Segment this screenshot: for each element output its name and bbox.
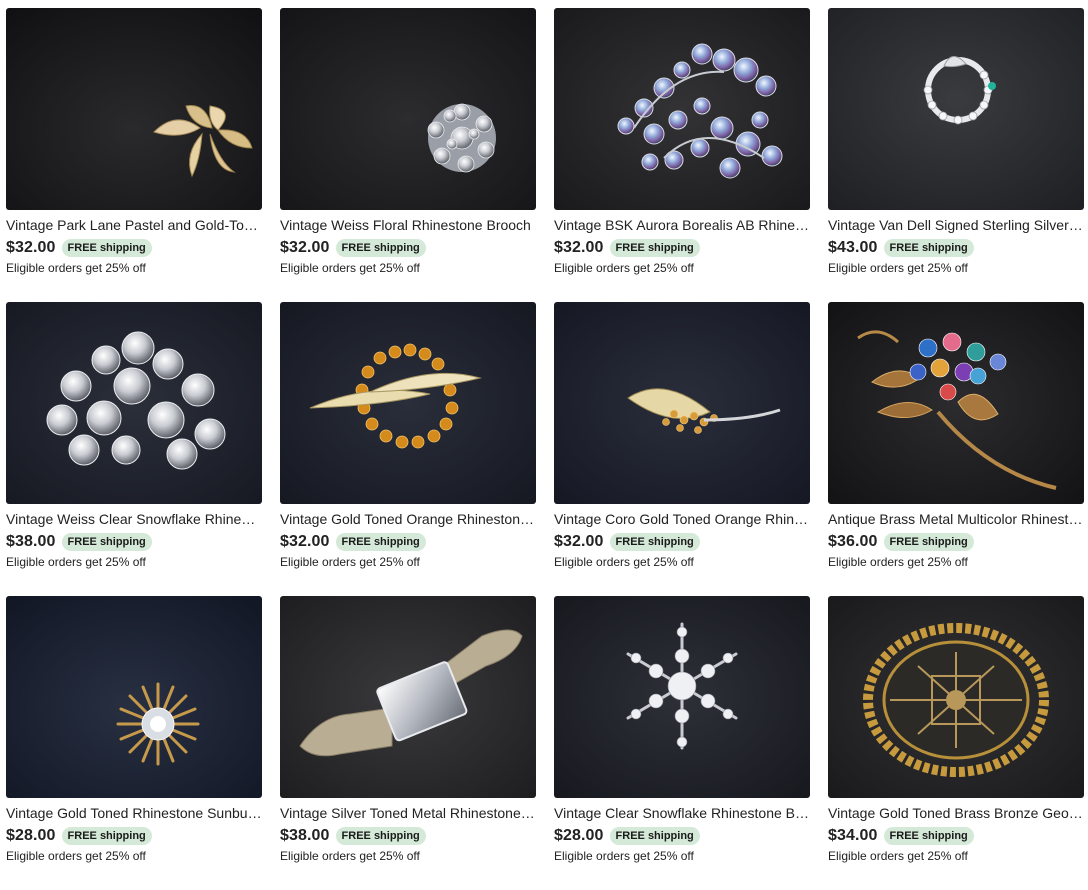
price-row: $32.00 FREE shipping [554, 532, 810, 552]
free-shipping-badge: FREE shipping [335, 239, 426, 257]
listing-image[interactable] [828, 596, 1084, 798]
listing-card[interactable]: Vintage Gold Toned Rhinestone Sunburst B… [6, 596, 262, 890]
listing-image[interactable] [6, 302, 262, 504]
listing-title[interactable]: Vintage Gold Toned Brass Bronze Geometri… [828, 804, 1084, 822]
free-shipping-badge: FREE shipping [335, 827, 426, 845]
promo-text: Eligible orders get 25% off [6, 261, 146, 275]
listing-title[interactable]: Vintage BSK Aurora Borealis AB Rhineston… [554, 216, 810, 234]
promo-text: Eligible orders get 25% off [828, 261, 968, 275]
listing-price: $32.00 [280, 239, 330, 256]
free-shipping-badge: FREE shipping [61, 239, 152, 257]
brooch-photo-icon [828, 302, 1084, 504]
listing-image[interactable] [280, 596, 536, 798]
listing-image[interactable] [554, 596, 810, 798]
listing-title[interactable]: Vintage Silver Toned Metal Rhinestone Sn… [280, 804, 536, 822]
listing-image[interactable] [280, 302, 536, 504]
listing-price: $36.00 [828, 533, 878, 550]
listing-title[interactable]: Vintage Clear Snowflake Rhinestone Brooc… [554, 804, 810, 822]
listing-image[interactable] [554, 302, 810, 504]
promo-text: Eligible orders get 25% off [280, 555, 420, 569]
brooch-photo-icon [280, 8, 536, 210]
brooch-photo-icon [280, 302, 536, 504]
free-shipping-badge: FREE shipping [883, 239, 974, 257]
listing-price: $32.00 [554, 239, 604, 256]
listing-grid: Vintage Park Lane Pastel and Gold-Tone L… [6, 8, 1084, 890]
listing-image[interactable] [280, 8, 536, 210]
listing-image[interactable] [828, 8, 1084, 210]
brooch-photo-icon [554, 8, 810, 210]
listing-title[interactable]: Antique Brass Metal Multicolor Rhineston… [828, 510, 1084, 528]
promo-text: Eligible orders get 25% off [280, 849, 420, 863]
listing-title[interactable]: Vintage Van Dell Signed Sterling Silver … [828, 216, 1084, 234]
promo-text: Eligible orders get 25% off [554, 261, 694, 275]
brooch-photo-icon [554, 596, 810, 798]
listing-image[interactable] [6, 8, 262, 210]
brooch-photo-icon [828, 596, 1084, 798]
listing-image[interactable] [828, 302, 1084, 504]
free-shipping-badge: FREE shipping [61, 533, 152, 551]
promo-text: Eligible orders get 25% off [554, 555, 694, 569]
listing-image[interactable] [554, 8, 810, 210]
listing-card[interactable]: Vintage Clear Snowflake Rhinestone Brooc… [554, 596, 810, 890]
brooch-photo-icon [828, 8, 1084, 210]
listing-card[interactable]: Vintage Weiss Floral Rhinestone Brooch $… [280, 8, 536, 302]
listing-card[interactable]: Vintage Gold Toned Brass Bronze Geometri… [828, 596, 1084, 890]
listing-image[interactable] [6, 596, 262, 798]
brooch-photo-icon [6, 596, 262, 798]
listing-price: $28.00 [554, 827, 604, 844]
price-row: $32.00 FREE shipping [280, 238, 536, 258]
listing-price: $43.00 [828, 239, 878, 256]
price-row: $34.00 FREE shipping [828, 826, 1084, 846]
free-shipping-badge: FREE shipping [883, 827, 974, 845]
price-row: $36.00 FREE shipping [828, 532, 1084, 552]
promo-text: Eligible orders get 25% off [6, 849, 146, 863]
listing-card[interactable]: Vintage BSK Aurora Borealis AB Rhineston… [554, 8, 810, 302]
price-row: $43.00 FREE shipping [828, 238, 1084, 258]
listing-title[interactable]: Vintage Coro Gold Toned Orange Rhineston… [554, 510, 810, 528]
price-row: $38.00 FREE shipping [6, 532, 262, 552]
free-shipping-badge: FREE shipping [61, 827, 152, 845]
free-shipping-badge: FREE shipping [609, 827, 700, 845]
brooch-photo-icon [554, 302, 810, 504]
free-shipping-badge: FREE shipping [883, 533, 974, 551]
listing-title[interactable]: Vintage Weiss Floral Rhinestone Brooch [280, 216, 536, 234]
brooch-photo-icon [6, 302, 262, 504]
listing-title[interactable]: Vintage Weiss Clear Snowflake Rhinestone… [6, 510, 262, 528]
listing-price: $28.00 [6, 827, 56, 844]
price-row: $38.00 FREE shipping [280, 826, 536, 846]
listing-card[interactable]: Vintage Van Dell Signed Sterling Silver … [828, 8, 1084, 302]
listing-card[interactable]: Vintage Silver Toned Metal Rhinestone Sn… [280, 596, 536, 890]
listing-title[interactable]: Vintage Gold Toned Rhinestone Sunburst B… [6, 804, 262, 822]
free-shipping-badge: FREE shipping [609, 533, 700, 551]
price-row: $32.00 FREE shipping [6, 238, 262, 258]
price-row: $32.00 FREE shipping [280, 532, 536, 552]
listing-card[interactable]: Vintage Gold Toned Orange Rhinestone Bro… [280, 302, 536, 596]
listing-price: $34.00 [828, 827, 878, 844]
listing-card[interactable]: Vintage Park Lane Pastel and Gold-Tone L… [6, 8, 262, 302]
listing-price: $32.00 [280, 533, 330, 550]
listing-card[interactable]: Antique Brass Metal Multicolor Rhineston… [828, 302, 1084, 596]
listing-price: $38.00 [280, 827, 330, 844]
promo-text: Eligible orders get 25% off [280, 261, 420, 275]
listing-title[interactable]: Vintage Park Lane Pastel and Gold-Tone L… [6, 216, 262, 234]
promo-text: Eligible orders get 25% off [828, 555, 968, 569]
promo-text: Eligible orders get 25% off [6, 555, 146, 569]
price-row: $28.00 FREE shipping [6, 826, 262, 846]
promo-text: Eligible orders get 25% off [554, 849, 694, 863]
listing-card[interactable]: Vintage Weiss Clear Snowflake Rhinestone… [6, 302, 262, 596]
brooch-photo-icon [6, 8, 262, 210]
price-row: $28.00 FREE shipping [554, 826, 810, 846]
listing-price: $32.00 [554, 533, 604, 550]
brooch-photo-icon [280, 596, 536, 798]
promo-text: Eligible orders get 25% off [828, 849, 968, 863]
listing-card[interactable]: Vintage Coro Gold Toned Orange Rhineston… [554, 302, 810, 596]
listing-price: $38.00 [6, 533, 56, 550]
listing-title[interactable]: Vintage Gold Toned Orange Rhinestone Bro… [280, 510, 536, 528]
price-row: $32.00 FREE shipping [554, 238, 810, 258]
free-shipping-badge: FREE shipping [609, 239, 700, 257]
free-shipping-badge: FREE shipping [335, 533, 426, 551]
listing-price: $32.00 [6, 239, 56, 256]
